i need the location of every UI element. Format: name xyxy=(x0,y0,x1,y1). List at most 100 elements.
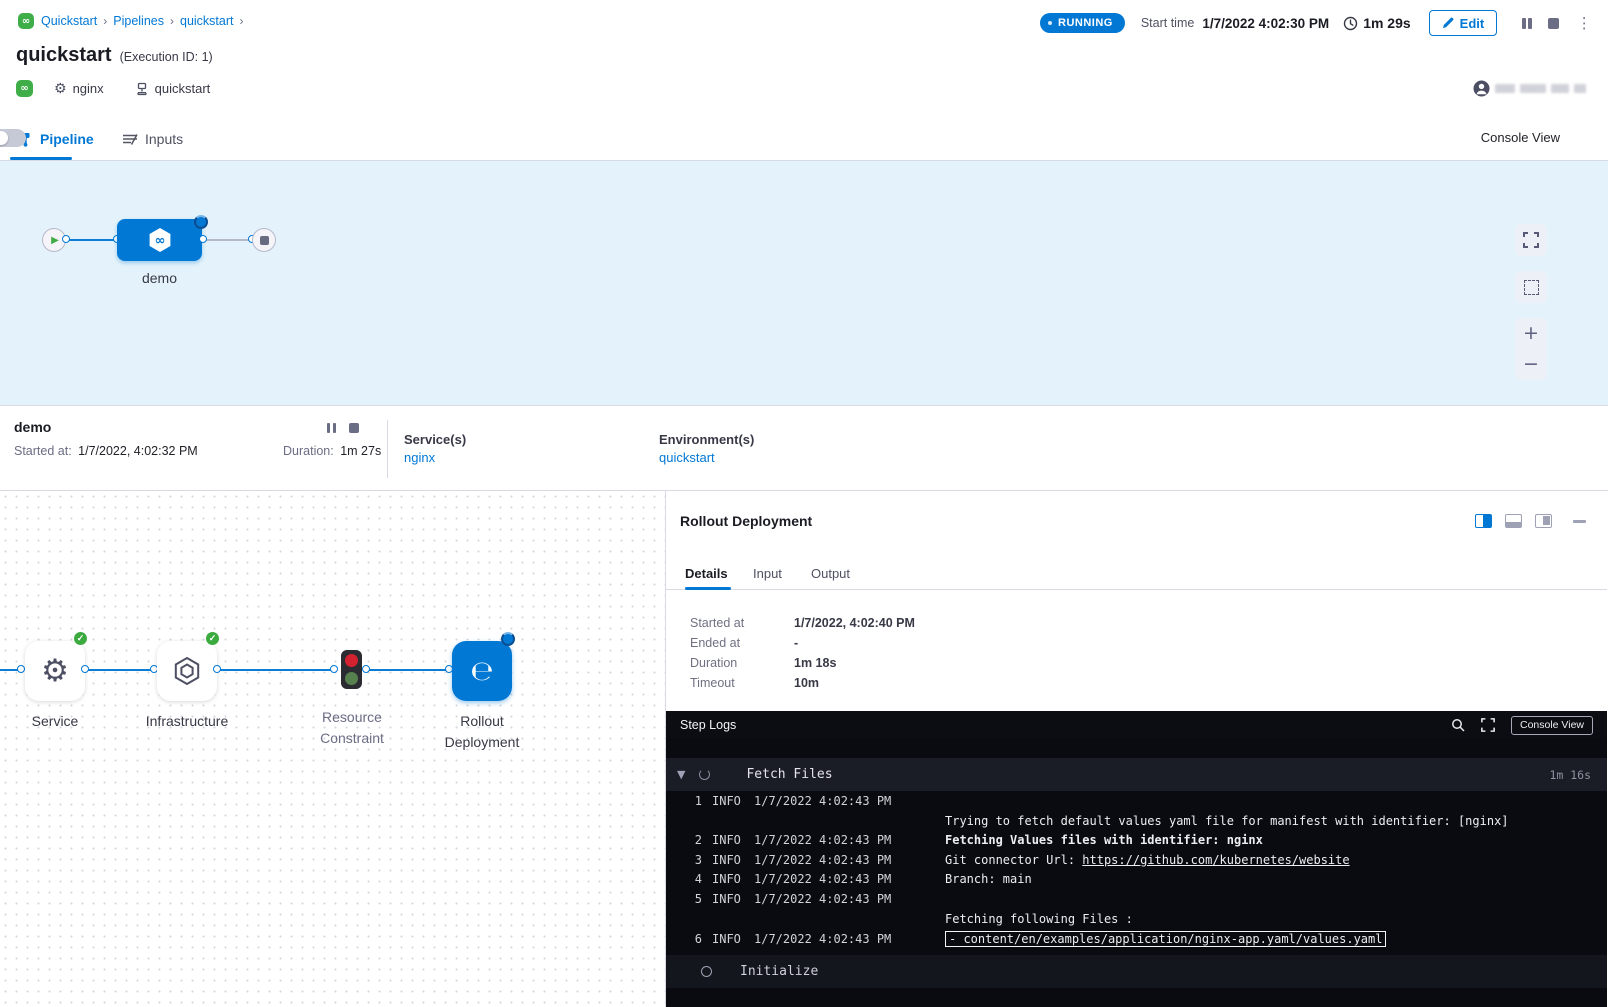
chevron-down-icon: ▼ xyxy=(677,768,685,781)
step-node-rollout-deployment[interactable]: ℮ xyxy=(452,641,512,701)
pipeline-end-node[interactable] xyxy=(252,228,276,252)
pipeline-execution-page: ∞ Quickstart › Pipelines › quickstart › … xyxy=(0,0,1608,1007)
panel-minimize-button[interactable] xyxy=(1573,520,1586,523)
redacted-user-text xyxy=(1495,84,1515,93)
environment-icon xyxy=(135,82,149,96)
edge-connector-dot xyxy=(62,235,70,243)
cd-stage-icon: ∞ xyxy=(145,225,175,255)
zoom-out-button[interactable]: − xyxy=(1523,355,1539,374)
log-line: 5INFO1/7/2022 4:02:43 PM xyxy=(666,892,1607,912)
zoom-in-button[interactable]: + xyxy=(1523,324,1539,343)
step-logs-console[interactable]: ▼ Fetch Files 1m 16s 1INFO1/7/2022 4:02:… xyxy=(666,739,1607,1007)
log-link[interactable]: https://github.com/kubernetes/website xyxy=(1082,853,1349,867)
detail-label: Started at xyxy=(690,616,794,630)
execution-status-row: RUNNING Start time 1/7/2022 4:02:30 PM 1… xyxy=(1040,10,1592,36)
breadcrumb-link-quickstart[interactable]: Quickstart xyxy=(41,14,97,28)
stage-pause-button[interactable] xyxy=(327,423,336,433)
tab-details[interactable]: Details xyxy=(685,557,728,590)
log-line: Fetching following Files : xyxy=(666,912,1607,932)
canvas-fullscreen-button[interactable] xyxy=(1515,224,1547,256)
edge-connector-dot xyxy=(330,665,338,673)
step-logs-title: Step Logs xyxy=(680,718,736,732)
infrastructure-hexagon-icon xyxy=(171,655,203,687)
environment-tag[interactable]: quickstart xyxy=(135,81,211,96)
tab-input[interactable]: Input xyxy=(753,557,782,590)
tab-pipeline[interactable]: Pipeline xyxy=(18,118,94,160)
service-link-nginx[interactable]: nginx xyxy=(404,450,435,465)
log-line: 6INFO1/7/2022 4:02:43 PM- content/en/exa… xyxy=(666,931,1607,951)
step-label-service: Service xyxy=(5,711,105,732)
stop-execution-button[interactable] xyxy=(1548,18,1559,29)
harness-logo-icon: ∞ xyxy=(18,13,34,29)
step-running-spinner-icon xyxy=(501,632,515,646)
gear-icon: ⚙ xyxy=(54,81,67,97)
view-tabbar: Pipeline Inputs Console View xyxy=(0,118,1608,161)
detail-label: Duration xyxy=(690,656,794,670)
edge-connector-dot xyxy=(362,665,370,673)
service-gear-icon: ⚙ xyxy=(41,656,69,687)
detail-row: Started at 1/7/2022, 4:02:40 PM xyxy=(690,613,915,633)
step-label-rollout-deployment: Rollout Deployment xyxy=(421,711,543,753)
breadcrumb-link-pipeline-name[interactable]: quickstart xyxy=(180,14,234,28)
start-time-value: 1/7/2022 4:02:30 PM xyxy=(1202,16,1329,31)
breadcrumb-separator: › xyxy=(240,14,244,28)
edge xyxy=(85,669,157,671)
layout-bottom-panel-button[interactable] xyxy=(1505,514,1522,528)
stage-node-label: demo xyxy=(117,270,202,286)
pencil-icon xyxy=(1442,17,1454,29)
detail-value: 1/7/2022, 4:02:40 PM xyxy=(794,616,915,630)
start-time-label: Start time xyxy=(1141,16,1195,30)
step-node-service[interactable]: ⚙ xyxy=(25,641,85,701)
log-line: 2INFO1/7/2022 4:02:43 PMFetching Values … xyxy=(666,833,1607,853)
breadcrumb: ∞ Quickstart › Pipelines › quickstart › xyxy=(18,12,250,30)
layout-right-panel-button[interactable] xyxy=(1475,514,1492,528)
detail-row: Timeout 10m xyxy=(690,673,915,693)
active-tab-underline xyxy=(685,587,731,590)
step-label-infrastructure: Infrastructure xyxy=(137,711,237,732)
edge-connector-dot xyxy=(81,665,89,673)
services-label: Service(s) xyxy=(404,432,466,447)
canvas-select-button[interactable] xyxy=(1515,271,1547,303)
console-view-label: Console View xyxy=(1481,130,1560,145)
log-search-button[interactable] xyxy=(1451,718,1465,732)
pipeline-canvas[interactable]: ▶ ∞ demo + − xyxy=(0,161,1608,405)
detail-value: 1m 18s xyxy=(794,656,836,670)
active-tab-underline xyxy=(10,157,72,160)
layout-split-panel-button[interactable] xyxy=(1535,514,1552,528)
breadcrumb-link-pipelines[interactable]: Pipelines xyxy=(113,14,164,28)
log-line: 1INFO1/7/2022 4:02:43 PM xyxy=(666,794,1607,814)
service-tag[interactable]: ⚙ nginx xyxy=(54,81,104,97)
detail-value: - xyxy=(794,636,798,650)
stage-node-demo[interactable]: ∞ xyxy=(117,219,202,261)
log-section-initialize[interactable]: Initialize xyxy=(666,955,1607,988)
divider xyxy=(387,420,388,478)
pending-circle-icon xyxy=(701,966,712,977)
redacted-user-text xyxy=(1520,84,1546,93)
inputs-icon xyxy=(122,132,138,146)
title-row: quickstart (Execution ID: 1) xyxy=(16,44,213,67)
more-options-button[interactable]: ⋮ xyxy=(1577,21,1592,26)
detail-label: Ended at xyxy=(690,636,794,650)
edge-connector-dot xyxy=(199,235,207,243)
log-console-view-button[interactable]: Console View xyxy=(1511,716,1593,735)
success-check-icon: ✓ xyxy=(205,631,220,646)
step-node-resource-constraint[interactable] xyxy=(341,650,362,689)
tab-inputs[interactable]: Inputs xyxy=(122,118,183,160)
execution-graph[interactable]: ⚙ ✓ Service ✓ Infrastructure Resource Co… xyxy=(0,490,665,1007)
log-expand-button[interactable] xyxy=(1481,718,1495,732)
console-view-toggle[interactable] xyxy=(0,129,26,147)
panel-title: Rollout Deployment xyxy=(680,513,812,529)
detail-row: Duration 1m 18s xyxy=(690,653,915,673)
edit-button[interactable]: Edit xyxy=(1429,10,1498,36)
detail-row: Ended at - xyxy=(690,633,915,653)
step-node-infrastructure[interactable] xyxy=(157,641,217,701)
edge-start-to-stage xyxy=(66,239,117,241)
stage-stop-button[interactable] xyxy=(349,423,359,433)
marquee-selection-icon xyxy=(1524,280,1539,295)
environment-link-quickstart[interactable]: quickstart xyxy=(659,450,715,465)
tab-output[interactable]: Output xyxy=(811,557,850,590)
step-label-resource-constraint: Resource Constraint xyxy=(292,707,412,749)
log-section-fetch-files[interactable]: ▼ Fetch Files 1m 16s xyxy=(666,758,1607,791)
breadcrumb-separator: › xyxy=(170,14,174,28)
pause-execution-button[interactable] xyxy=(1522,18,1532,29)
